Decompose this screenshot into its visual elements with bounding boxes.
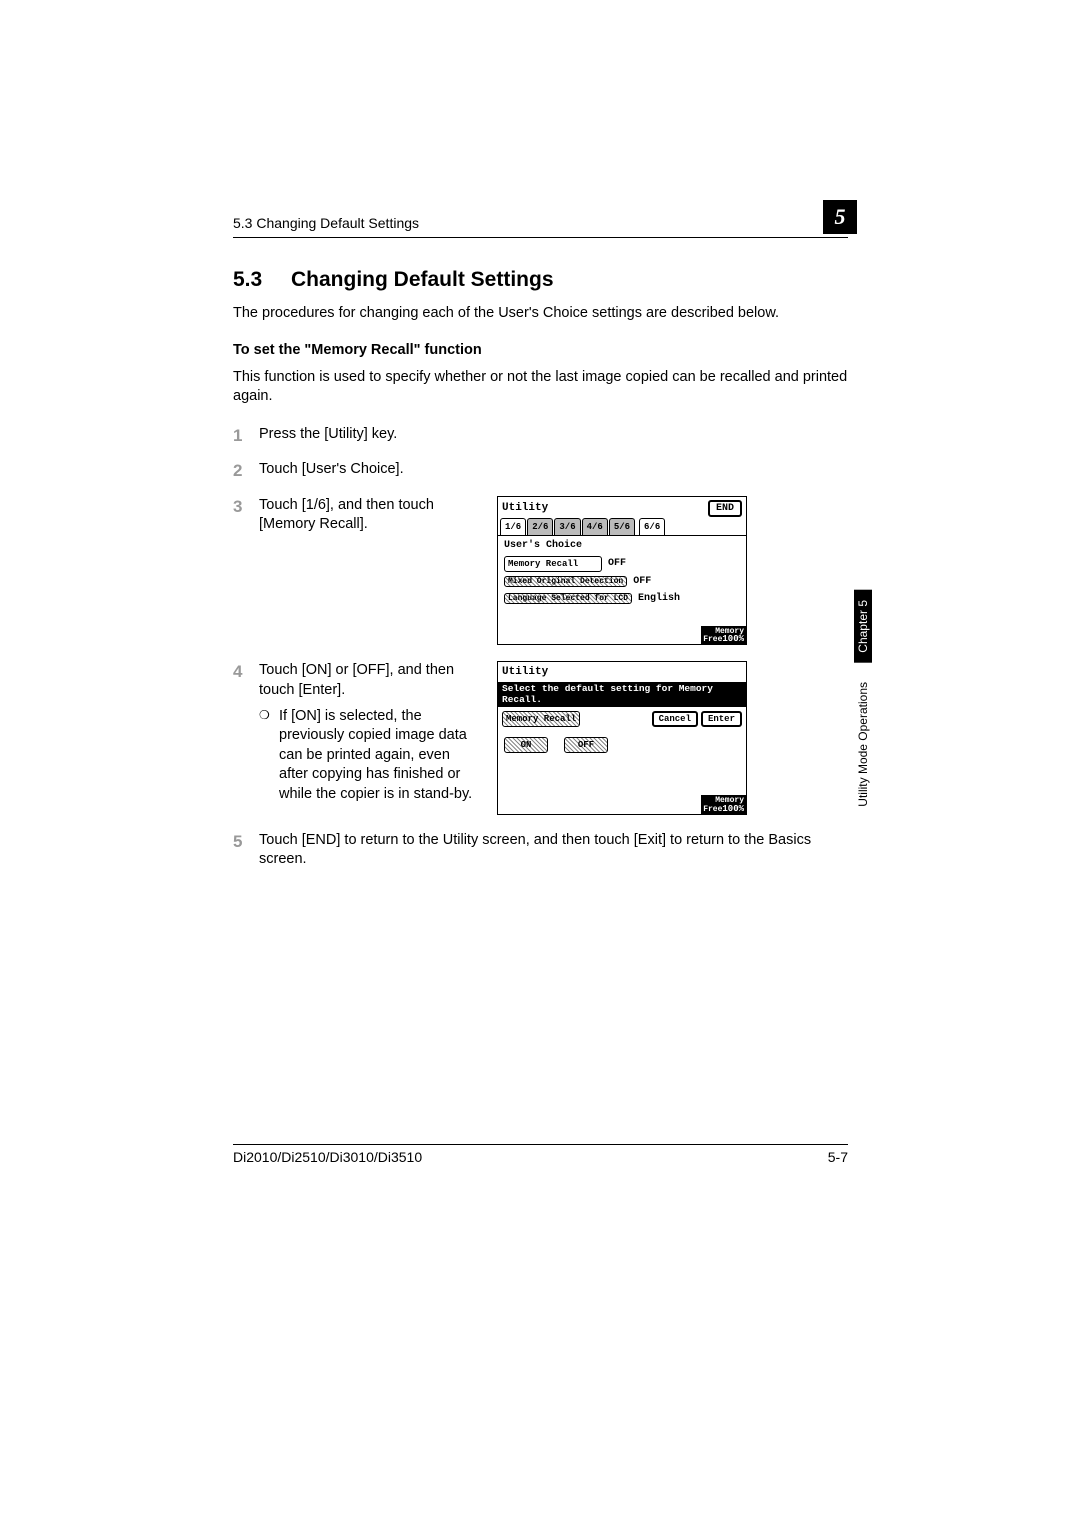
- section-heading: 5.3Changing Default Settings: [233, 268, 848, 292]
- lcd-subtitle: User's Choice: [498, 536, 746, 556]
- lcd-tab-4[interactable]: 4/6: [582, 518, 608, 535]
- step-text: Touch [ON] or [OFF], and then touch [Ent…: [259, 661, 479, 700]
- lcd-button-memory-recall[interactable]: Memory Recall: [504, 556, 602, 572]
- step-number: 1: [233, 425, 242, 448]
- steps-list: 1 Press the [Utility] key. 2 Touch [User…: [233, 425, 848, 870]
- footer-left: Di2010/Di2510/Di3010/Di3510: [233, 1149, 422, 1165]
- step-text: Touch [END] to return to the Utility scr…: [259, 832, 811, 868]
- lcd-tab-1[interactable]: 1/6: [500, 518, 526, 535]
- lcd-cancel-button[interactable]: Cancel: [652, 711, 698, 727]
- subsection-intro: This function is used to specify whether…: [233, 368, 848, 407]
- running-head: 5.3 Changing Default Settings: [233, 215, 848, 231]
- lcd-label-memory-recall: Memory Recall: [502, 711, 580, 727]
- step-number: 2: [233, 460, 242, 483]
- header-rule: [233, 237, 848, 238]
- subsection-heading: To set the "Memory Recall" function: [233, 342, 848, 358]
- side-tab: Chapter 5 Utility Mode Operations: [853, 590, 873, 821]
- side-tab-title: Utility Mode Operations: [854, 672, 872, 817]
- lcd-tab-6[interactable]: 6/6: [639, 518, 665, 535]
- step-text: Touch [User's Choice].: [259, 461, 404, 477]
- section-title: Changing Default Settings: [291, 268, 554, 291]
- lcd-tabs: 1/6 2/6 3/6 4/6 5/6 6/6: [498, 518, 746, 536]
- side-tab-chapter: Chapter 5: [854, 590, 872, 663]
- step-number: 5: [233, 831, 242, 854]
- step-3: 3 Touch [1/6], and then touch [Memory Re…: [233, 496, 848, 646]
- step-5: 5 Touch [END] to return to the Utility s…: [233, 831, 848, 870]
- step-text: Press the [Utility] key.: [259, 426, 397, 442]
- lcd-enter-button[interactable]: Enter: [701, 711, 742, 727]
- step-sub-bullet: If [ON] is selected, the previously copi…: [259, 707, 479, 805]
- step-2: 2 Touch [User's Choice].: [233, 460, 848, 480]
- lcd-value: English: [638, 592, 680, 606]
- lcd-title: Utility: [502, 501, 548, 516]
- lcd-screenshot-memory-recall: Utility Select the default setting for M…: [497, 661, 747, 814]
- lcd-on-button[interactable]: ON: [504, 737, 548, 753]
- lcd-memory-status: Memory Free100%: [498, 755, 746, 813]
- step-text: Touch [1/6], and then touch [Memory Reca…: [259, 496, 479, 535]
- section-number: 5.3: [233, 268, 291, 292]
- lcd-tab-3[interactable]: 3/6: [554, 518, 580, 535]
- page-content: 5.3 Changing Default Settings 5.3Changin…: [233, 215, 848, 886]
- lcd-screenshot-users-choice: Utility END 1/6 2/6 3/6 4/6 5/6 6/6 User…: [497, 496, 747, 646]
- footer-right: 5-7: [828, 1149, 848, 1165]
- lcd-button-mixed-original[interactable]: Mixed Original Detection: [504, 576, 627, 587]
- step-4: 4 Touch [ON] or [OFF], and then touch [E…: [233, 661, 848, 814]
- lcd-off-button[interactable]: OFF: [564, 737, 608, 753]
- lcd-memory-status: Memory Free100%: [498, 608, 746, 644]
- step-1: 1 Press the [Utility] key.: [233, 425, 848, 445]
- lcd-message: Select the default setting for Memory Re…: [498, 682, 746, 707]
- lcd-end-button[interactable]: END: [708, 500, 742, 518]
- page-footer: Di2010/Di2510/Di3010/Di3510 5-7: [233, 1144, 848, 1165]
- lcd-value: OFF: [633, 575, 651, 589]
- lcd-value: OFF: [608, 557, 626, 571]
- step-number: 4: [233, 661, 242, 684]
- lcd-tab-2[interactable]: 2/6: [527, 518, 553, 535]
- step-number: 3: [233, 496, 242, 519]
- lcd-button-language[interactable]: Language Selected for LCD: [504, 593, 632, 604]
- section-intro: The procedures for changing each of the …: [233, 304, 848, 324]
- lcd-title: Utility: [502, 665, 548, 680]
- lcd-tab-5[interactable]: 5/6: [609, 518, 635, 535]
